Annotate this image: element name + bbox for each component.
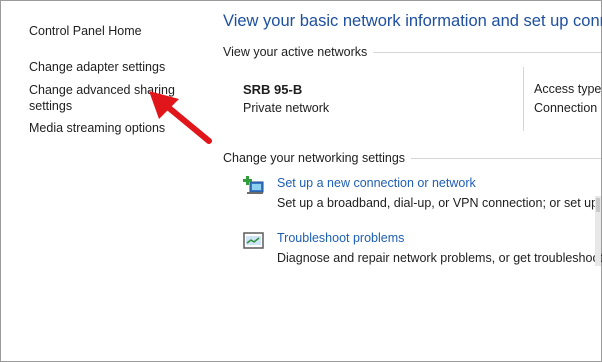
connections-label: Connection: [534, 101, 598, 115]
troubleshoot-description: Diagnose and repair network problems, or…: [277, 251, 602, 265]
troubleshoot-icon: [243, 232, 264, 249]
network-type[interactable]: Private network: [243, 101, 329, 115]
sidebar: Control Panel Home Change adapter settin…: [1, 1, 206, 361]
change-settings-label: Change your networking settings: [223, 151, 412, 165]
new-connection-icon: [243, 176, 264, 194]
network-name: SRB 95-B: [243, 82, 303, 97]
sidebar-item-change-adapter-settings[interactable]: Change adapter settings: [29, 59, 165, 75]
access-type-label: Access type:: [534, 82, 602, 96]
setup-connection-description: Set up a broadband, dial-up, or VPN conn…: [277, 196, 602, 210]
annotation-arrow-icon: [149, 91, 212, 144]
sidebar-item-control-panel-home[interactable]: Control Panel Home: [29, 23, 142, 39]
scrollbar-thumb[interactable]: [596, 198, 600, 212]
page-title: View your basic network information and …: [223, 12, 602, 30]
active-networks-label: View your active networks: [223, 45, 374, 59]
setup-connection-link[interactable]: Set up a new connection or network: [277, 176, 476, 190]
control-panel-window: Control Panel Home Change adapter settin…: [0, 0, 602, 362]
troubleshoot-link[interactable]: Troubleshoot problems: [277, 231, 404, 245]
network-divider: [523, 67, 524, 131]
